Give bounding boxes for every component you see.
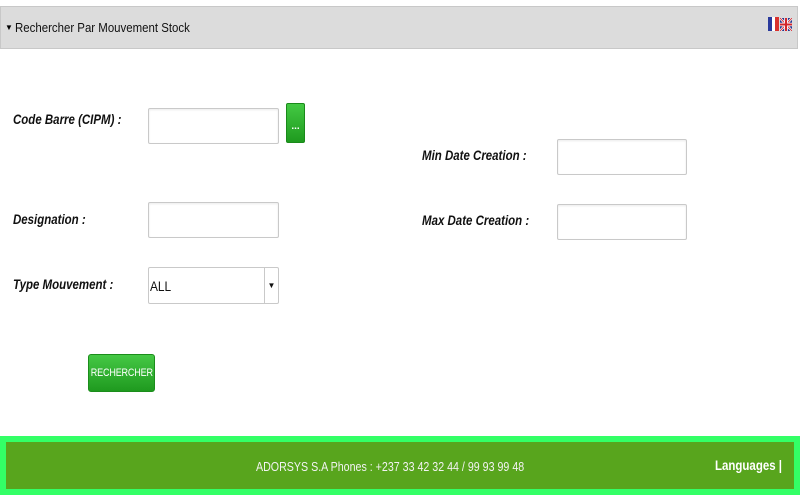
languages-label: Languages | bbox=[715, 457, 783, 473]
designation-label: Designation : bbox=[13, 211, 86, 227]
panel-header[interactable]: ▼ Rechercher Par Mouvement Stock bbox=[0, 6, 798, 49]
code-barre-input[interactable] bbox=[148, 108, 279, 144]
rechercher-button-label: RECHERCHER bbox=[90, 367, 153, 379]
dropdown-arrow-icon[interactable]: ▼ bbox=[264, 268, 278, 303]
designation-input[interactable] bbox=[148, 202, 279, 238]
triangle-down-icon[interactable]: ▼ bbox=[5, 23, 13, 32]
code-barre-label: Code Barre (CIPM) : bbox=[13, 111, 122, 127]
footer-contact: ADORSYS S.A Phones : +237 33 42 32 44 / … bbox=[256, 459, 525, 474]
flag-uk-icon[interactable] bbox=[780, 18, 792, 31]
flag-fr-icon[interactable] bbox=[768, 17, 780, 31]
min-date-label: Min Date Creation : bbox=[422, 147, 527, 163]
max-date-label: Max Date Creation : bbox=[422, 212, 530, 228]
code-barre-picker-button[interactable]: ... bbox=[286, 103, 305, 143]
min-date-input[interactable] bbox=[557, 139, 687, 175]
type-mouvement-select[interactable]: ALL ▼ bbox=[148, 267, 279, 304]
panel-title: Rechercher Par Mouvement Stock bbox=[14, 20, 190, 35]
type-mouvement-label: Type Mouvement : bbox=[13, 276, 114, 292]
rechercher-button[interactable]: RECHERCHER bbox=[88, 354, 155, 392]
type-mouvement-selected-value: ALL bbox=[150, 278, 172, 294]
max-date-input[interactable] bbox=[557, 204, 687, 240]
footer: ADORSYS S.A Phones : +237 33 42 32 44 / … bbox=[6, 442, 794, 489]
